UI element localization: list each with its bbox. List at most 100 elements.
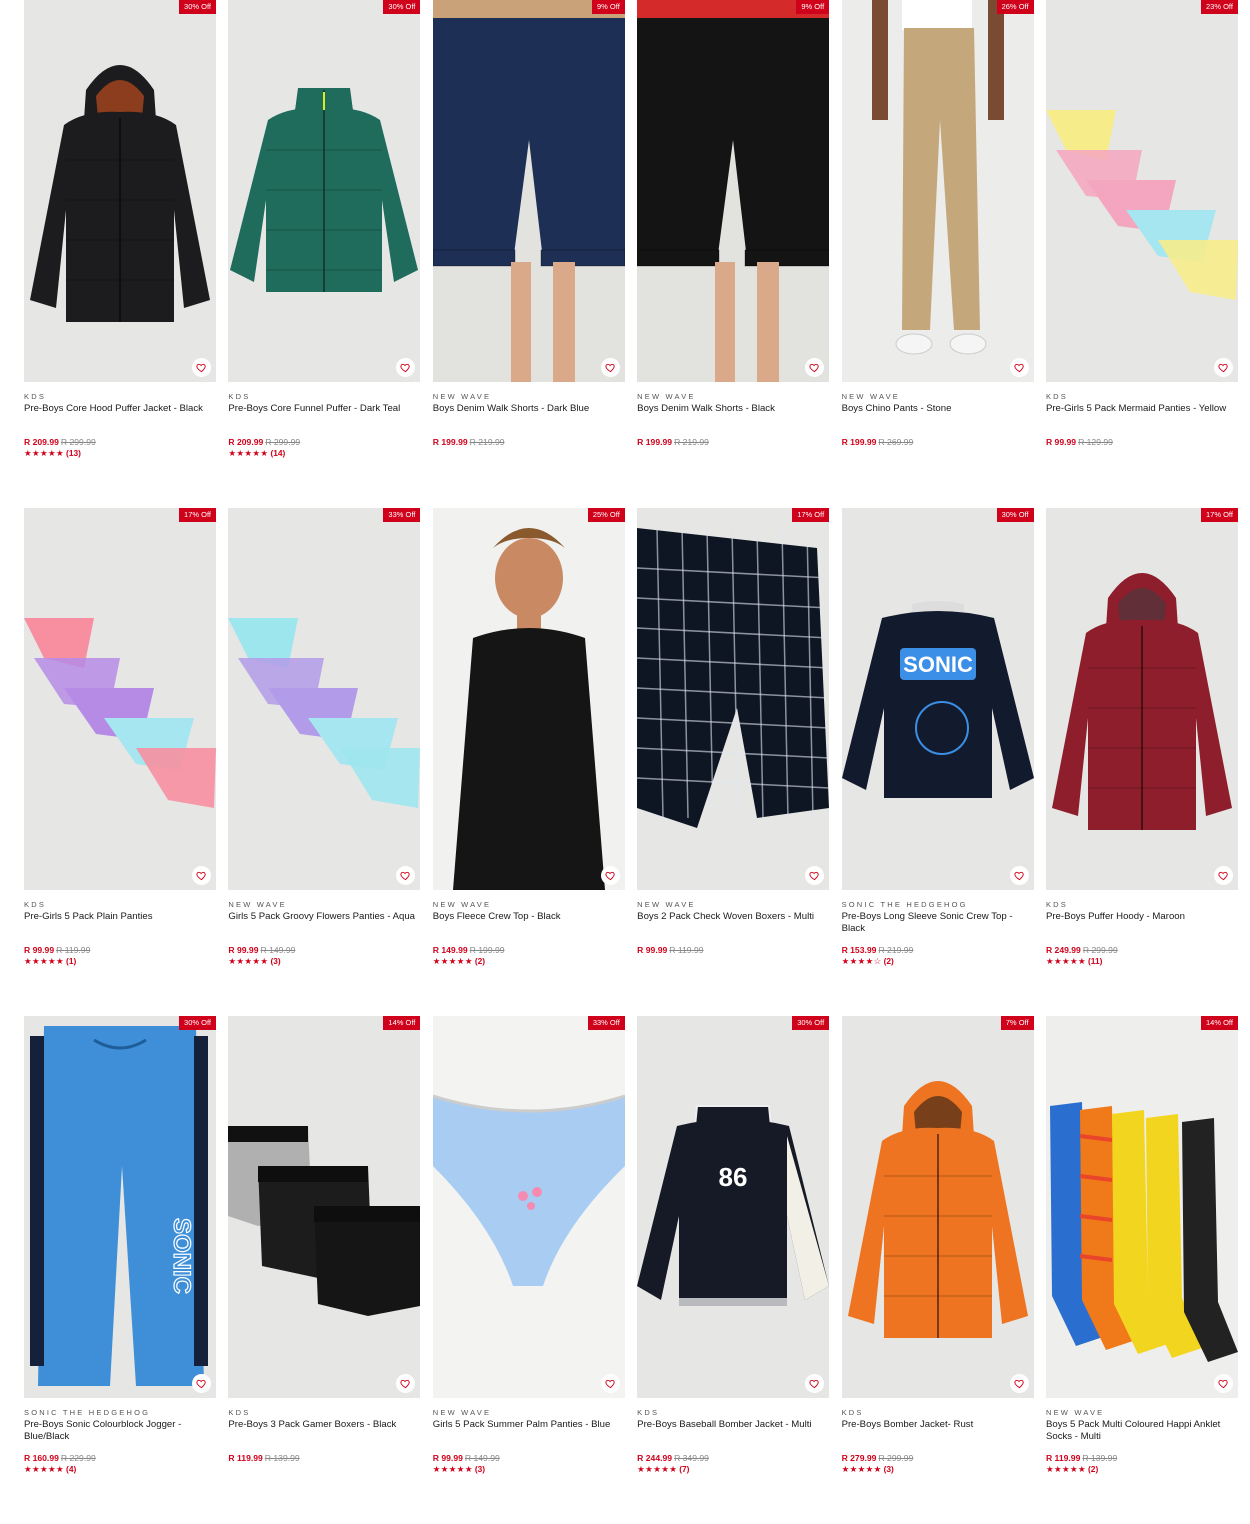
product-image[interactable]: 14% Off: [1045, 1016, 1238, 1398]
discount-badge: 33% Off: [587, 1016, 625, 1030]
product-card-8[interactable]: 33% Off NEW WAVE Girls 5 Pack Groovy Flo…: [228, 508, 421, 1016]
product-card-10[interactable]: 17% Off NEW WAVE Boys 2 Pack Check Woven…: [637, 508, 830, 1016]
product-name-link[interactable]: Pre-Boys Bomber Jacket- Rust: [842, 1419, 1034, 1453]
wishlist-button[interactable]: [1009, 1374, 1029, 1393]
brand-name: KDS: [24, 392, 47, 401]
heart-icon: [605, 1379, 615, 1389]
wishlist-button[interactable]: [1009, 866, 1029, 885]
product-name-link[interactable]: Pre-Boys Long Sleeve Sonic Crew Top - Bl…: [842, 911, 1034, 945]
product-card-15[interactable]: 33% Off NEW WAVE Girls 5 Pack Summer Pal…: [432, 1016, 625, 1524]
product-name-link[interactable]: Pre-Boys Baseball Bomber Jacket - Multi: [637, 1419, 829, 1453]
product-name-link[interactable]: Pre-Girls 5 Pack Mermaid Panties - Yello…: [1046, 403, 1238, 437]
product-card-14[interactable]: 14% Off KDS Pre-Boys 3 Pack Gamer Boxers…: [228, 1016, 421, 1524]
review-count: (14): [270, 448, 286, 458]
original-price: R 229.99: [60, 1453, 96, 1463]
review-count: (2): [1088, 1464, 1099, 1474]
product-image[interactable]: 33% Off: [228, 508, 421, 890]
product-image[interactable]: 7% Off: [841, 1016, 1034, 1398]
product-card-3[interactable]: 9% Off NEW WAVE Boys Denim Walk Shorts -…: [432, 0, 625, 508]
wishlist-button[interactable]: [192, 866, 211, 885]
star-rating: ★★★★☆: [841, 956, 882, 966]
product-card-2[interactable]: 30% Off KDS Pre-Boys Core Funnel Puffer …: [228, 0, 421, 508]
star-rating: ★★★★★: [24, 1464, 65, 1474]
product-card-1[interactable]: 30% Off KDS Pre-Boys Core Hood Puffer Ja…: [24, 0, 216, 508]
product-image[interactable]: 17% Off: [24, 508, 216, 890]
product-name-link[interactable]: Boys 2 Pack Check Woven Boxers - Multi: [637, 911, 829, 945]
heart-icon: [809, 363, 819, 373]
product-card-13[interactable]: SONIC 30% Off SONIC THE HEDGEHOG Pre-Boy…: [24, 1016, 216, 1524]
brand-name: KDS: [1045, 392, 1068, 401]
product-name-link[interactable]: Pre-Boys Puffer Hoody - Maroon: [1046, 911, 1238, 945]
product-card-7[interactable]: 17% Off KDS Pre-Girls 5 Pack Plain Panti…: [24, 508, 216, 1016]
wishlist-button[interactable]: [600, 866, 620, 885]
wishlist-button[interactable]: [1213, 866, 1233, 885]
original-price: R 119.99: [56, 945, 91, 955]
product-card-9[interactable]: 25% Off NEW WAVE Boys Fleece Crew Top - …: [432, 508, 625, 1016]
star-rating: ★★★★★: [637, 1464, 678, 1474]
rating-row: ★★★★★ (11): [1046, 956, 1238, 967]
price-row: R 99.99 R 119.99: [24, 945, 216, 956]
current-price: R 99.99: [24, 945, 55, 955]
product-image[interactable]: 25% Off: [432, 508, 625, 890]
product-image[interactable]: 9% Off: [432, 0, 625, 382]
product-card-5[interactable]: 26% Off NEW WAVE Boys Chino Pants - Ston…: [841, 0, 1034, 508]
discount-badge: 23% Off: [1200, 0, 1238, 14]
wishlist-button[interactable]: [600, 358, 620, 377]
product-card-4[interactable]: 9% Off NEW WAVE Boys Denim Walk Shorts -…: [637, 0, 830, 508]
wishlist-button[interactable]: [1213, 358, 1233, 377]
current-price: R 244.99: [637, 1453, 673, 1463]
rating-row: ★★★★★ (3): [433, 1464, 625, 1475]
product-image[interactable]: 17% Off: [637, 508, 830, 890]
product-image[interactable]: 14% Off: [228, 1016, 421, 1398]
product-photo: SONIC: [30, 1026, 208, 1386]
original-price: R 149.99: [464, 1453, 500, 1463]
product-name-link[interactable]: Boys Fleece Crew Top - Black: [433, 911, 625, 945]
product-image[interactable]: 30% Off: [24, 0, 216, 382]
product-image[interactable]: SONIC 30% Off: [841, 508, 1034, 890]
wishlist-button[interactable]: [1213, 1374, 1233, 1393]
product-name-link[interactable]: Pre-Boys Sonic Colourblock Jogger - Blue…: [24, 1419, 216, 1453]
rating-row: [637, 956, 829, 967]
product-card-6[interactable]: 23% Off KDS Pre-Girls 5 Pack Mermaid Pan…: [1045, 0, 1238, 508]
wishlist-button[interactable]: [1009, 358, 1029, 377]
discount-badge: 9% Off: [591, 0, 625, 14]
wishlist-button[interactable]: [192, 1374, 211, 1393]
rating-row: [1046, 448, 1238, 459]
product-image[interactable]: 26% Off: [841, 0, 1034, 382]
product-name-link[interactable]: Boys Denim Walk Shorts - Black: [637, 403, 829, 437]
product-name-link[interactable]: Boys Chino Pants - Stone: [842, 403, 1034, 437]
product-name-link[interactable]: Pre-Boys 3 Pack Gamer Boxers - Black: [228, 1419, 420, 1453]
product-card-17[interactable]: 7% Off KDS Pre-Boys Bomber Jacket- Rust …: [841, 1016, 1034, 1524]
discount-badge: 17% Off: [179, 508, 216, 522]
rating-row: ★★★★★ (4): [24, 1464, 216, 1475]
product-name-link[interactable]: Girls 5 Pack Groovy Flowers Panties - Aq…: [228, 911, 420, 945]
product-image[interactable]: 30% Off: [228, 0, 421, 382]
brand-name: NEW WAVE: [1045, 1408, 1105, 1417]
product-image[interactable]: 9% Off: [637, 0, 830, 382]
rating-row: ★★★★★ (13): [24, 448, 216, 459]
product-card-11[interactable]: SONIC 30% Off SONIC THE HEDGEHOG Pre-Boy…: [841, 508, 1034, 1016]
product-name-link[interactable]: Pre-Boys Core Funnel Puffer - Dark Teal: [228, 403, 420, 437]
product-image[interactable]: SONIC 30% Off: [24, 1016, 216, 1398]
product-card-18[interactable]: 14% Off NEW WAVE Boys 5 Pack Multi Colou…: [1045, 1016, 1238, 1524]
product-name-link[interactable]: Boys 5 Pack Multi Coloured Happi Anklet …: [1046, 1419, 1238, 1453]
product-image[interactable]: 86 30% Off: [637, 1016, 830, 1398]
product-name-link[interactable]: Pre-Boys Core Hood Puffer Jacket - Black: [24, 403, 216, 437]
product-image[interactable]: 23% Off: [1045, 0, 1238, 382]
product-image[interactable]: 17% Off: [1045, 508, 1238, 890]
product-card-16[interactable]: 86 30% Off KDS Pre-Boys Baseball Bomber …: [637, 1016, 830, 1524]
product-name-link[interactable]: Girls 5 Pack Summer Palm Panties - Blue: [433, 1419, 625, 1453]
product-card-12[interactable]: 17% Off KDS Pre-Boys Puffer Hoody - Maro…: [1045, 508, 1238, 1016]
product-name-link[interactable]: Pre-Girls 5 Pack Plain Panties: [24, 911, 216, 945]
price-row: R 160.99 R 229.99: [24, 1453, 216, 1464]
discount-badge: 30% Off: [179, 0, 216, 14]
star-rating: ★★★★★: [228, 448, 269, 458]
brand-name: NEW WAVE: [841, 392, 900, 401]
heart-icon: [1013, 1379, 1024, 1389]
brand-name: NEW WAVE: [432, 900, 492, 909]
product-name-link[interactable]: Boys Denim Walk Shorts - Dark Blue: [433, 403, 625, 437]
product-image[interactable]: 33% Off: [432, 1016, 625, 1398]
wishlist-button[interactable]: [600, 1374, 620, 1393]
discount-badge: 30% Off: [179, 1016, 216, 1030]
wishlist-button[interactable]: [192, 358, 211, 377]
